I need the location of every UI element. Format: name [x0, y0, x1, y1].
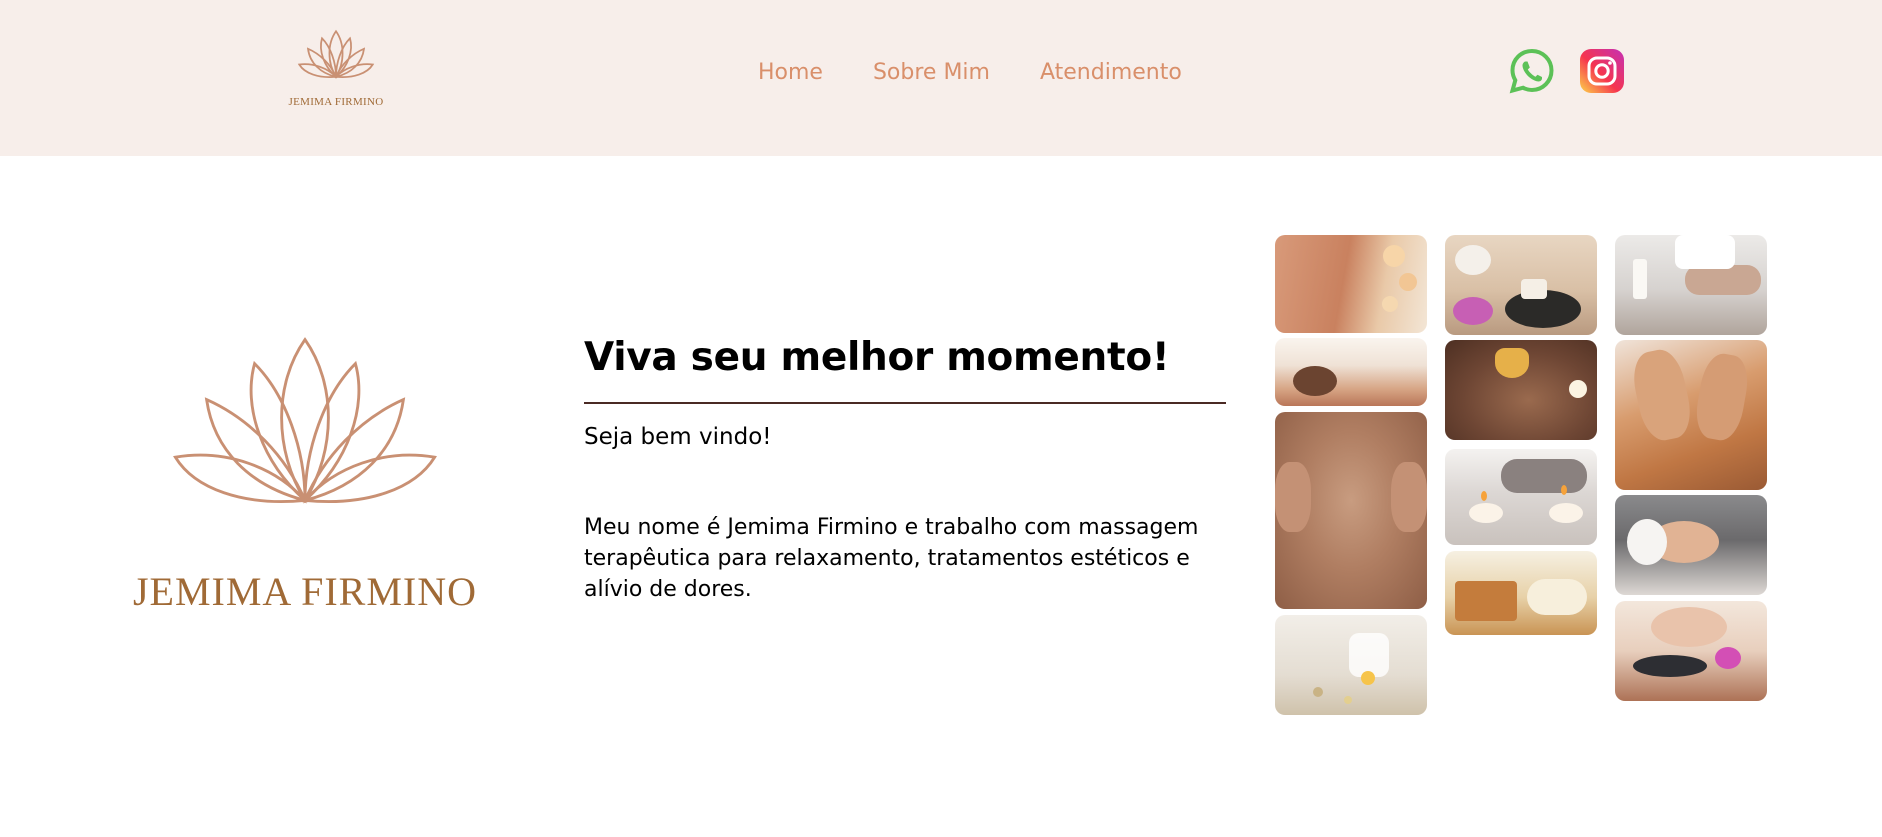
- intro-section: Viva seu melhor momento! Seja bem vindo!…: [584, 335, 1226, 605]
- title-divider: [584, 402, 1226, 404]
- photo-candle-stones: [1445, 235, 1597, 335]
- social-links: [1509, 48, 1625, 94]
- photo-soap-towel: [1445, 551, 1597, 635]
- welcome-text: Seja bem vindo!: [584, 424, 772, 450]
- photo-oil-pouring-hands: [1445, 340, 1597, 440]
- header-logo-text: JEMIMA FIRMINO: [288, 96, 384, 108]
- photo-back-massage-orchids: [1275, 235, 1427, 333]
- photo-facial-treatment: [1615, 495, 1767, 595]
- photo-candles-towels: [1445, 449, 1597, 545]
- photo-oil-bottles: [1275, 615, 1427, 715]
- intro-description: Meu nome é Jemima Firmino e trabalho com…: [584, 515, 1199, 602]
- nav-sobre-mim[interactable]: Sobre Mim: [873, 60, 990, 85]
- instagram-icon[interactable]: [1579, 48, 1625, 94]
- nav-home[interactable]: Home: [758, 60, 823, 85]
- site-header: JEMIMA FIRMINO Home Sobre Mim Atendiment…: [0, 0, 1882, 156]
- photo-woman-relaxing-massage: [1275, 338, 1427, 406]
- brand-name: JEMIMA FIRMINO: [132, 569, 478, 614]
- brand-block: JEMIMA FIRMINO: [130, 325, 480, 625]
- photo-hands-massage-oil: [1615, 340, 1767, 490]
- photo-gallery: [1275, 235, 1767, 715]
- whatsapp-icon[interactable]: [1509, 48, 1555, 94]
- nav-atendimento[interactable]: Atendimento: [1040, 60, 1182, 85]
- lotus-icon: [173, 337, 437, 504]
- header-logo[interactable]: JEMIMA FIRMINO: [288, 26, 384, 114]
- lotus-icon: [297, 29, 375, 79]
- photo-woman-stones-orchid: [1615, 601, 1767, 701]
- photo-back-massage-close: [1275, 412, 1427, 609]
- page-title: Viva seu melhor momento!: [584, 335, 1170, 380]
- photo-candle-massage-table: [1615, 235, 1767, 335]
- main-nav: Home Sobre Mim Atendimento: [758, 60, 1182, 85]
